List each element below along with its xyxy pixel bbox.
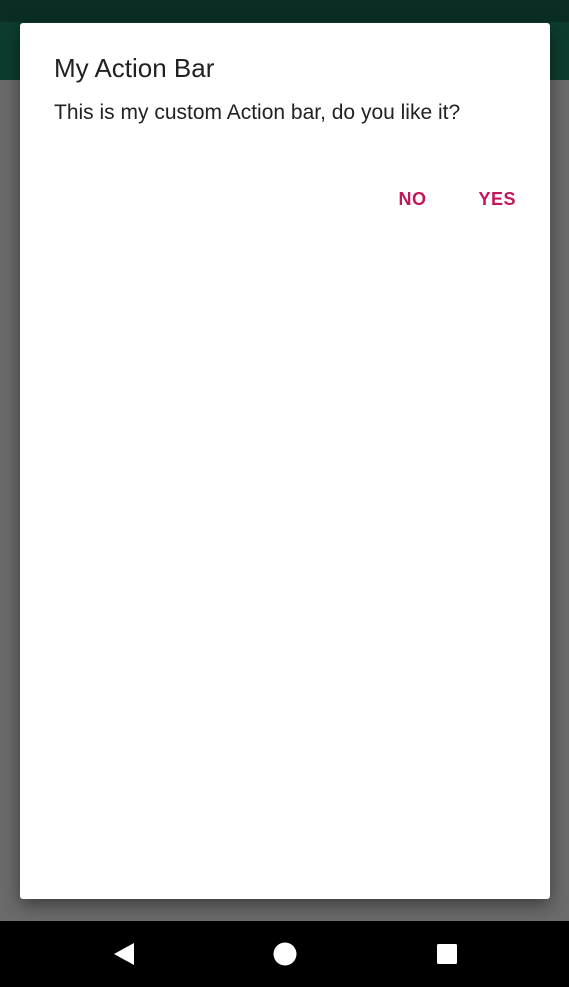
back-triangle-icon	[114, 943, 134, 965]
navigation-bar	[0, 921, 569, 987]
recents-square-icon	[437, 944, 457, 964]
dialog-message: This is my custom Action bar, do you lik…	[54, 101, 461, 124]
recents-button[interactable]	[407, 921, 487, 987]
alert-dialog: My Action Bar This is my custom Action b…	[20, 23, 550, 899]
no-button[interactable]: NO	[398, 189, 426, 210]
screen: My Action Bar This is my custom Action b…	[0, 0, 569, 987]
home-button[interactable]	[245, 921, 325, 987]
dialog-actions: NO YES	[398, 189, 516, 210]
back-button[interactable]	[84, 921, 164, 987]
dialog-title: My Action Bar	[54, 53, 215, 83]
yes-button[interactable]: YES	[478, 189, 516, 210]
status-bar	[0, 0, 569, 22]
home-circle-icon	[273, 942, 297, 966]
